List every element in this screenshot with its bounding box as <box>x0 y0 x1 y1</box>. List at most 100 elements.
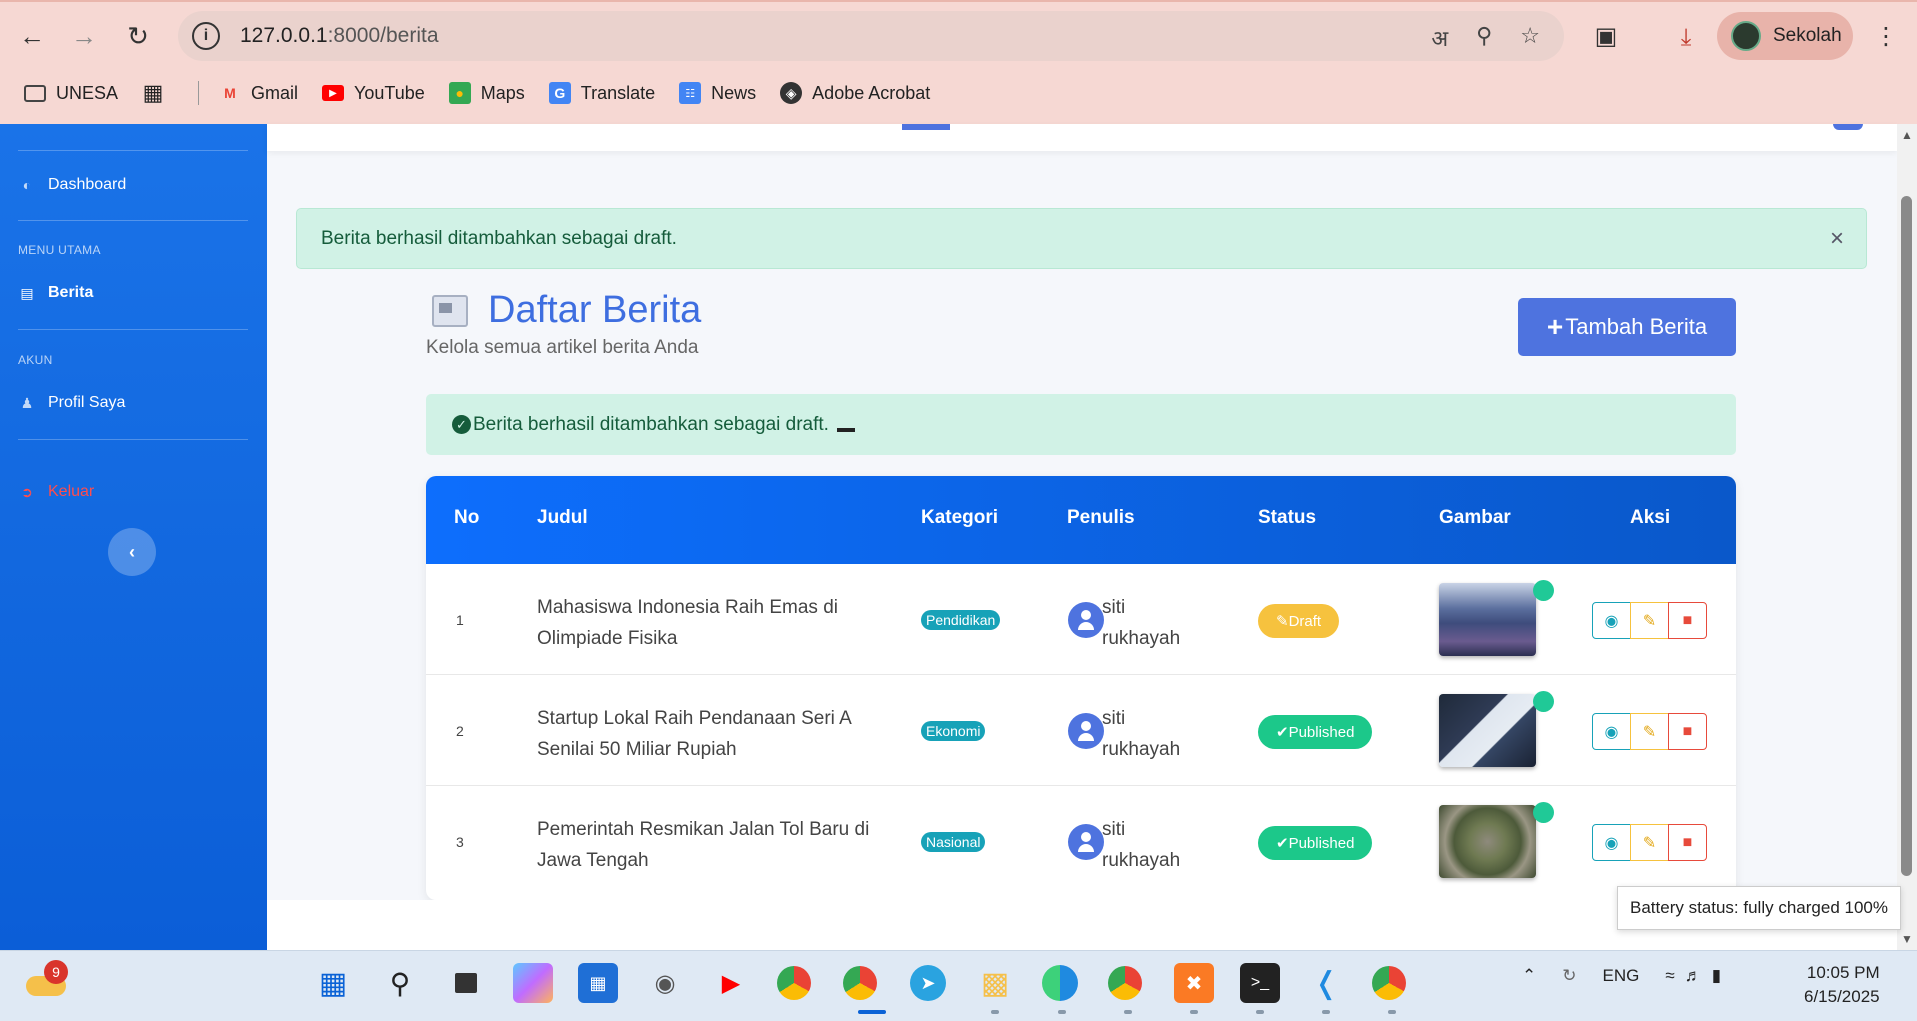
sync-icon[interactable]: ↻ <box>1562 966 1576 986</box>
bookmark-separator <box>198 81 200 105</box>
edit-button[interactable]: ✎ <box>1630 713 1669 750</box>
bookmark-translate[interactable]: G Translate <box>548 82 655 104</box>
chrome-profile-3-icon[interactable] <box>1372 966 1406 1000</box>
language-indicator[interactable]: ENG <box>1603 966 1640 986</box>
terminal-icon[interactable]: >_ <box>1240 963 1280 1003</box>
bookmark-star-icon[interactable]: ☆ <box>1520 23 1540 53</box>
add-news-button[interactable]: + Tambah Berita <box>1518 298 1736 356</box>
wifi-icon[interactable]: ≈ <box>1665 966 1674 986</box>
download-icon[interactable]: ⤓ <box>1666 18 1706 58</box>
edge-icon[interactable] <box>1042 965 1078 1001</box>
search-icon[interactable]: ⚲ <box>380 963 420 1003</box>
view-button[interactable]: ◉ <box>1592 824 1631 861</box>
bookmark-unesa[interactable]: UNESA <box>24 83 118 104</box>
folder-icon <box>24 84 46 102</box>
address-bar[interactable]: i 127.0.0.1:8000/berita अ ⚲ ☆ <box>178 11 1564 61</box>
sidebar-item-berita[interactable]: ▤ Berita <box>18 284 93 302</box>
file-explorer-icon[interactable]: ▩ <box>975 963 1015 1003</box>
scrollbar-thumb[interactable] <box>1901 196 1912 876</box>
news-title: Mahasiswa Indonesia Raih Emas di Olimpia… <box>537 597 838 649</box>
sidebar-item-label: Berita <box>48 284 94 301</box>
edit-button[interactable]: ✎ <box>1630 602 1669 639</box>
close-icon[interactable]: × <box>1830 225 1844 253</box>
sidebar-heading-menu-utama: MENU UTAMA <box>18 243 101 257</box>
chrome-profile-2-icon[interactable] <box>1108 966 1142 1000</box>
bookmark-gmail[interactable]: M Gmail <box>219 82 298 104</box>
delete-button[interactable]: ■ <box>1668 713 1707 750</box>
scroll-down-icon[interactable]: ▼ <box>1901 932 1913 946</box>
app-indicator <box>1190 1010 1198 1014</box>
volume-icon[interactable]: ♬ <box>1685 966 1702 986</box>
view-button[interactable]: ◉ <box>1592 602 1631 639</box>
tab-strip-edge <box>0 0 1917 2</box>
text-cursor <box>836 427 855 432</box>
profile-name: Sekolah <box>1773 25 1842 46</box>
online-dot <box>1533 580 1554 601</box>
camera-icon[interactable]: ◉ <box>645 963 685 1003</box>
bookmark-adobe-acrobat[interactable]: ◈ Adobe Acrobat <box>780 82 930 104</box>
view-button[interactable]: ◉ <box>1592 713 1631 750</box>
start-icon[interactable]: ▦ <box>313 963 353 1003</box>
edit-button[interactable]: ✎ <box>1630 824 1669 861</box>
active-app-indicator <box>858 1010 886 1014</box>
menu-kebab-icon[interactable]: ⋮ <box>1866 16 1906 56</box>
user-avatar-edge[interactable] <box>1833 124 1863 130</box>
author-name: siti rukhayah <box>1102 708 1181 760</box>
chrome-icon[interactable] <box>777 966 811 1000</box>
bookmark-news[interactable]: ☷ News <box>679 82 756 104</box>
youtube-app-icon[interactable]: ▶ <box>711 963 751 1003</box>
app-indicator <box>1322 1010 1330 1014</box>
sidebar-item-keluar[interactable]: ➲ Keluar <box>18 483 94 501</box>
profile-button[interactable]: Sekolah <box>1717 12 1853 60</box>
reload-icon[interactable]: ↻ <box>118 16 158 56</box>
sidebar-toggle-button[interactable]: ‹ <box>108 528 156 576</box>
telegram-icon[interactable]: ➤ <box>910 965 946 1001</box>
back-icon[interactable]: ← <box>12 16 52 56</box>
delete-button[interactable]: ■ <box>1668 824 1707 861</box>
task-view-icon[interactable] <box>446 963 486 1003</box>
apps-grid-icon[interactable]: ▦ <box>142 80 174 105</box>
chevron-up-icon[interactable]: ⌃ <box>1522 966 1536 986</box>
page-header: Daftar Berita <box>432 289 701 332</box>
scroll-up-icon[interactable]: ▲ <box>1901 128 1913 142</box>
sidebar-item-dashboard[interactable]: ◐ Dashboard <box>18 176 127 194</box>
chevron-left-icon: ‹ <box>129 541 135 562</box>
edit-icon: ✎ <box>1642 834 1657 852</box>
extensions-icon[interactable]: ▣ <box>1586 16 1626 56</box>
category-badge: Pendidikan <box>921 610 1001 630</box>
clock[interactable]: 10:05 PM 6/15/2025 <box>1804 961 1880 1009</box>
xampp-icon[interactable]: ✖ <box>1174 963 1214 1003</box>
app-indicator <box>991 1010 999 1014</box>
battery-icon[interactable]: ▮ <box>1712 966 1721 986</box>
zoom-icon[interactable]: ⚲ <box>1476 23 1492 53</box>
chrome-profile-icon[interactable] <box>843 966 877 1000</box>
trash-icon: ■ <box>1682 611 1693 629</box>
translate-page-icon[interactable]: अ <box>1431 23 1448 53</box>
copilot-icon[interactable] <box>513 963 553 1003</box>
status-badge: ✔ Published <box>1258 715 1373 749</box>
delete-button[interactable]: ■ <box>1668 602 1707 639</box>
globe-icon: ◈ <box>780 82 803 104</box>
status-label: Published <box>1288 723 1355 741</box>
tooltip-text: Battery status: fully charged 100% <box>1630 898 1888 917</box>
bookmark-youtube[interactable]: ▶ YouTube <box>322 83 425 104</box>
inline-success-alert: ✓ Berita berhasil ditambahkan sebagai dr… <box>426 394 1736 455</box>
sidebar-divider <box>18 220 248 221</box>
translate-icon: G <box>548 82 571 104</box>
forward-icon[interactable]: → <box>64 16 104 56</box>
battery-tooltip: Battery status: fully charged 100% <box>1617 886 1901 930</box>
news-icon: ☷ <box>679 82 702 104</box>
bookmark-maps[interactable]: ● Maps <box>448 82 525 104</box>
weather-widget[interactable]: 9 <box>22 958 68 998</box>
author-name: siti rukhayah <box>1102 597 1181 649</box>
store-icon[interactable]: ▦ <box>578 963 618 1003</box>
url-text[interactable]: 127.0.0.1:8000/berita <box>240 24 439 48</box>
vscode-icon[interactable]: ❬ <box>1306 963 1346 1003</box>
sidebar-item-profil-saya[interactable]: ♟ Profil Saya <box>18 394 126 412</box>
news-table: No Judul Kategori Penulis Status Gambar … <box>426 476 1736 900</box>
search-button-edge[interactable] <box>902 124 950 130</box>
sidebar-divider <box>18 329 248 330</box>
site-info-icon[interactable]: i <box>192 22 220 50</box>
system-tray: ⌃ ↻ ENG ≈ ♬ ▮ <box>1522 966 1721 986</box>
scrollbar[interactable]: ▲ ▼ <box>1897 124 1917 950</box>
